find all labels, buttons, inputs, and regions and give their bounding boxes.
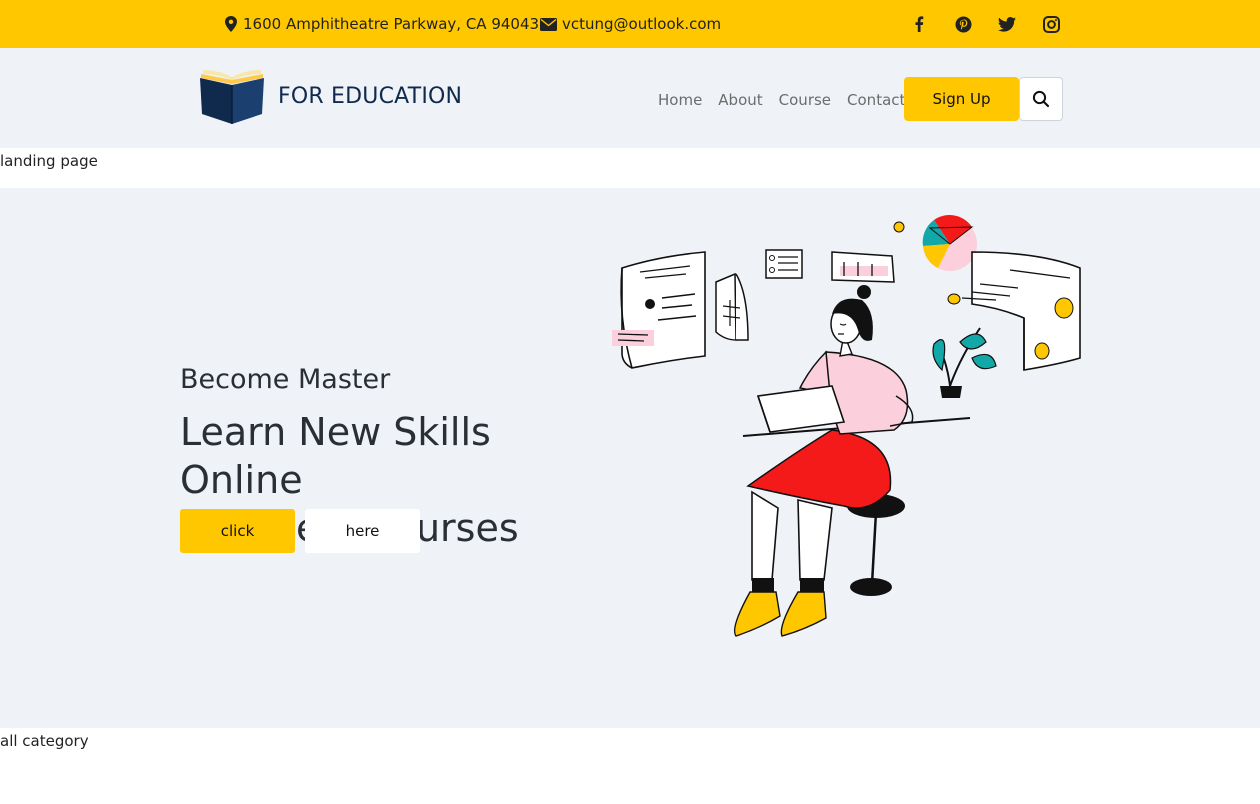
brand-name: FOR EDUCATION: [278, 83, 463, 109]
hero-subtitle: Become Master: [180, 364, 391, 395]
landing-page-label: landing page: [0, 152, 98, 170]
nav-contact[interactable]: Contact: [839, 91, 913, 109]
click-button[interactable]: click: [180, 509, 295, 553]
open-book-logo-icon: [200, 70, 264, 124]
student-laptop-illustration: [612, 215, 1081, 637]
envelope-icon: [540, 17, 557, 31]
hero-section: Become Master Learn New Skills Online Fi…: [0, 188, 1260, 728]
site-header: FOR EDUCATION Home About Course Contact …: [0, 48, 1260, 148]
brand-logo-link[interactable]: FOR EDUCATION: [198, 68, 462, 124]
here-button[interactable]: here: [305, 509, 420, 553]
nav-course[interactable]: Course: [771, 91, 839, 109]
pinterest-icon[interactable]: [951, 12, 975, 36]
top-bar: 1600 Amphitheatre Parkway, CA 94043 vctu…: [0, 0, 1260, 48]
search-icon: [1032, 90, 1050, 108]
main-nav: Home About Course Contact: [650, 78, 913, 122]
location-pin-icon: [225, 16, 237, 32]
email-text[interactable]: vctung@outlook.com: [562, 15, 721, 33]
all-category-label: all category: [0, 732, 89, 750]
instagram-icon[interactable]: [1039, 12, 1063, 36]
twitter-icon[interactable]: [995, 12, 1019, 36]
email-info[interactable]: vctung@outlook.com: [540, 0, 721, 48]
nav-home[interactable]: Home: [650, 91, 710, 109]
hero-title-line-1: Learn New Skills Online: [180, 410, 491, 502]
facebook-icon[interactable]: [907, 12, 931, 36]
address-text: 1600 Amphitheatre Parkway, CA 94043: [243, 15, 540, 33]
sign-up-button[interactable]: Sign Up: [904, 77, 1019, 121]
search-button[interactable]: [1019, 77, 1063, 121]
nav-about[interactable]: About: [710, 91, 770, 109]
address-info: 1600 Amphitheatre Parkway, CA 94043: [224, 0, 539, 48]
